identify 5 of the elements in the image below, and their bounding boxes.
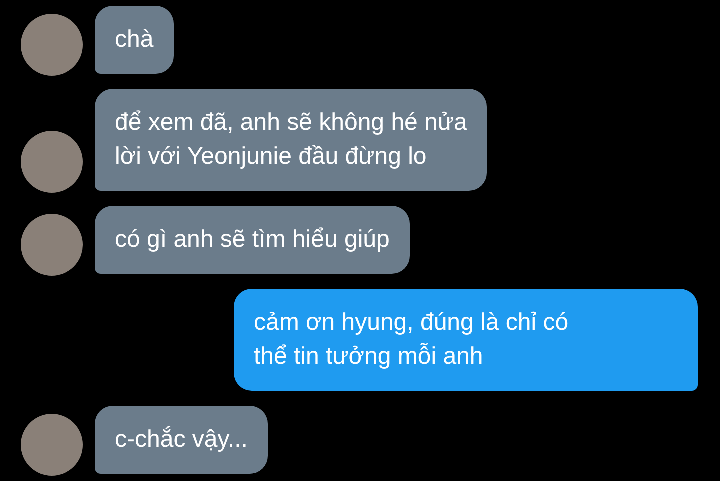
message-bubble: c-chắc vậy... xyxy=(95,406,268,474)
message-bubble: cảm ơn hyung, đúng là chỉ có thể tin tưởng mỗi anh xyxy=(234,289,698,391)
message-bubble: chà xyxy=(95,6,174,74)
message-bubble: có gì anh sẽ tìm hiểu giúp xyxy=(95,206,410,274)
message-bubble: để xem đã, anh sẽ không hé nửa lời với Yeonjunie đầu đừng lo xyxy=(95,89,488,191)
